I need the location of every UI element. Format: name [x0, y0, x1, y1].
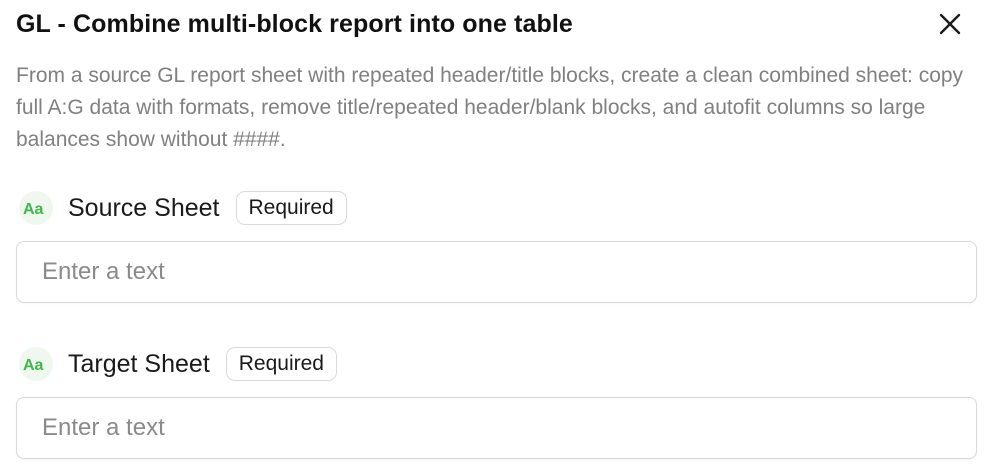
close-icon — [939, 13, 961, 35]
field-label: Target Sheet — [68, 349, 210, 378]
target-sheet-input[interactable] — [16, 397, 977, 459]
dialog-title: GL - Combine multi-block report into one… — [16, 9, 573, 38]
field-label-row-target-sheet: Aa Target Sheet Required — [16, 346, 337, 382]
text-type-glyph: Aa — [23, 357, 44, 373]
required-badge: Required — [225, 347, 337, 381]
field-label: Source Sheet — [68, 193, 220, 222]
text-type-icon: Aa — [19, 347, 53, 381]
dialog-header: GL - Combine multi-block report into one… — [16, 0, 972, 48]
required-badge: Required — [235, 191, 347, 225]
text-type-icon: Aa — [19, 191, 53, 225]
dialog: GL - Combine multi-block report into one… — [0, 0, 988, 472]
source-sheet-input[interactable] — [16, 241, 977, 303]
dialog-description: From a source GL report sheet with repea… — [16, 64, 964, 151]
field-label-row-source-sheet: Aa Source Sheet Required — [16, 190, 347, 226]
type-icon-glyph-text: Aa — [23, 201, 44, 217]
text-type-glyph: Aa — [23, 201, 44, 217]
type-icon-glyph-text: Aa — [23, 357, 44, 373]
close-button[interactable] — [932, 6, 968, 42]
